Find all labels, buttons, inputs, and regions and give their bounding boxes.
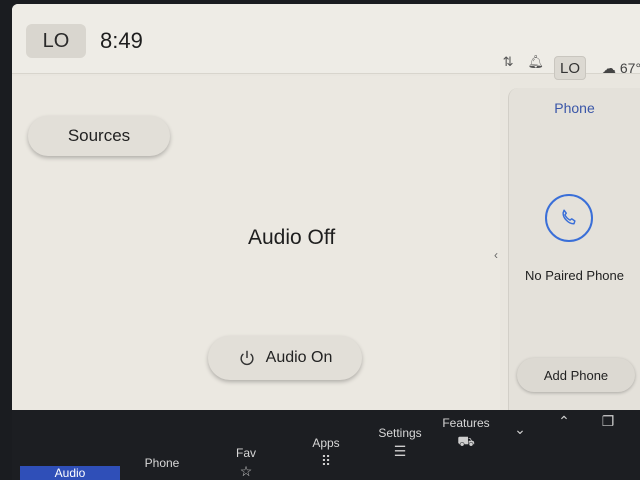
audio-on-label: Audio On bbox=[265, 349, 333, 366]
audio-on-button[interactable]: Audio On bbox=[208, 336, 362, 380]
sliders-icon: ☰ bbox=[393, 443, 407, 459]
nav-fav-label: Fav bbox=[235, 446, 256, 460]
nav-settings[interactable]: Settings ☰ bbox=[370, 410, 430, 480]
audio-status-text: Audio Off bbox=[248, 226, 336, 249]
nav-chevron-down[interactable]: ⌄ bbox=[508, 410, 532, 480]
phone-panel: Phone No Paired Phone Add Phone bbox=[508, 88, 640, 410]
phone-panel-title[interactable]: Phone bbox=[509, 100, 640, 116]
infotainment-screen: LO 8:49 ⇅ 🔔︎ LO ☁︎ 67° Sources Audio Off… bbox=[12, 4, 640, 480]
grid-icon: ⠿ bbox=[320, 453, 332, 469]
nav-features[interactable]: Features ⛟ bbox=[436, 410, 496, 480]
power-icon bbox=[240, 350, 254, 366]
cloud-icon: ☁︎ bbox=[602, 60, 616, 76]
status-icons: ⇅ 🔔︎ bbox=[503, 54, 544, 70]
phone-handset-icon bbox=[562, 209, 576, 225]
star-plus-icon: ☆ bbox=[239, 463, 253, 479]
driver-temp-button[interactable]: LO bbox=[26, 24, 86, 58]
nav-phone-label: Phone bbox=[144, 456, 180, 470]
chevron-up-icon: ⌃ bbox=[558, 413, 570, 429]
outside-temp-value: 67° bbox=[619, 60, 640, 76]
nav-features-label: Features bbox=[442, 416, 490, 430]
nav-chevron-up[interactable]: ⌃ bbox=[552, 410, 576, 480]
nav-audio[interactable]: Audio bbox=[20, 466, 120, 480]
phone-projection-icon: ❐ bbox=[601, 413, 615, 429]
sources-button[interactable]: Sources bbox=[28, 116, 170, 156]
chevron-left-icon[interactable]: ‹ bbox=[494, 248, 498, 262]
nav-settings-label: Settings bbox=[378, 426, 422, 440]
status-bar: LO 8:49 ⇅ 🔔︎ LO ☁︎ 67° bbox=[12, 4, 640, 80]
nav-phone[interactable]: Phone bbox=[132, 410, 192, 480]
clock: 8:49 bbox=[100, 28, 143, 53]
nav-audio-label: Audio bbox=[54, 466, 86, 480]
add-phone-button[interactable]: Add Phone bbox=[517, 358, 635, 392]
signal-arrows-icon: ⇅ bbox=[502, 54, 514, 69]
nav-fav[interactable]: Fav ☆ bbox=[216, 410, 276, 480]
nav-apps[interactable]: Apps ⠿ bbox=[296, 410, 356, 480]
outside-temperature: ☁︎ 67° bbox=[602, 60, 640, 77]
nav-phone-projection[interactable]: ❐ bbox=[596, 410, 620, 480]
chevron-down-icon: ⌄ bbox=[514, 421, 526, 437]
phone-icon[interactable] bbox=[545, 194, 593, 242]
passenger-temp-button[interactable]: LO bbox=[554, 56, 586, 80]
bottom-nav-bar: Audio Phone Fav ☆ Apps ⠿ Settings ☰ Feat… bbox=[12, 410, 640, 480]
truck-icon: ⛟ bbox=[457, 433, 475, 449]
nav-apps-label: Apps bbox=[312, 436, 340, 450]
no-paired-phone-text: No Paired Phone bbox=[524, 268, 624, 283]
audio-panel: Sources Audio Off Audio On bbox=[12, 76, 500, 410]
bell-icon: 🔔︎ bbox=[527, 54, 544, 69]
